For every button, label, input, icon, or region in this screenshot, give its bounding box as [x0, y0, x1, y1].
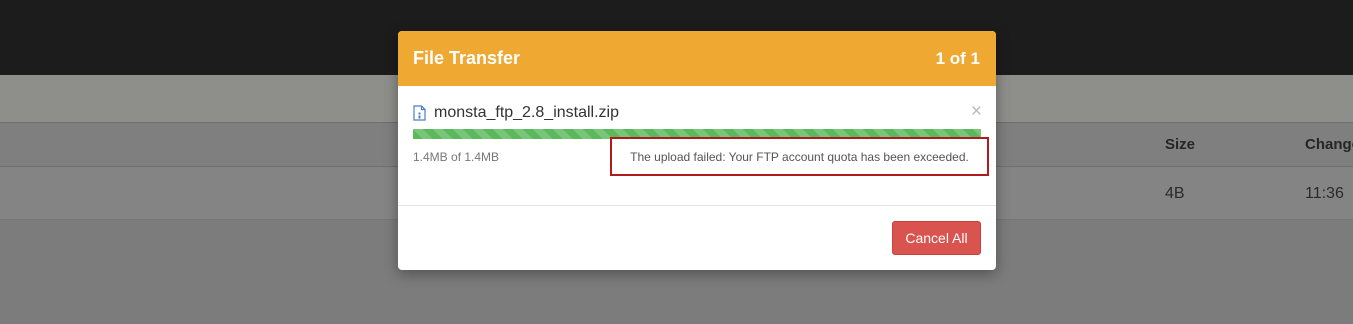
transfer-counter: 1 of 1 [935, 48, 980, 68]
column-header-size[interactable]: Size [1165, 136, 1195, 153]
dialog-header: File Transfer 1 of 1 [398, 31, 996, 86]
zip-file-icon [413, 105, 426, 121]
footer-divider [398, 205, 996, 206]
cell-changed: 11:36 [1305, 185, 1344, 202]
file-name: monsta_ftp_2.8_install.zip [434, 104, 619, 121]
file-transfer-dialog: File Transfer 1 of 1 monsta_ftp_2.8_inst… [398, 31, 996, 270]
cancel-all-button[interactable]: Cancel All [892, 221, 981, 255]
close-icon[interactable]: × [971, 102, 982, 121]
dialog-title: File Transfer [413, 48, 521, 68]
bytes-transferred: 1.4MB of 1.4MB [413, 150, 500, 164]
cell-size: 4B [1165, 185, 1185, 202]
error-message: The upload failed: Your FTP account quot… [610, 137, 989, 176]
column-header-changed[interactable]: Changed [1305, 136, 1353, 153]
